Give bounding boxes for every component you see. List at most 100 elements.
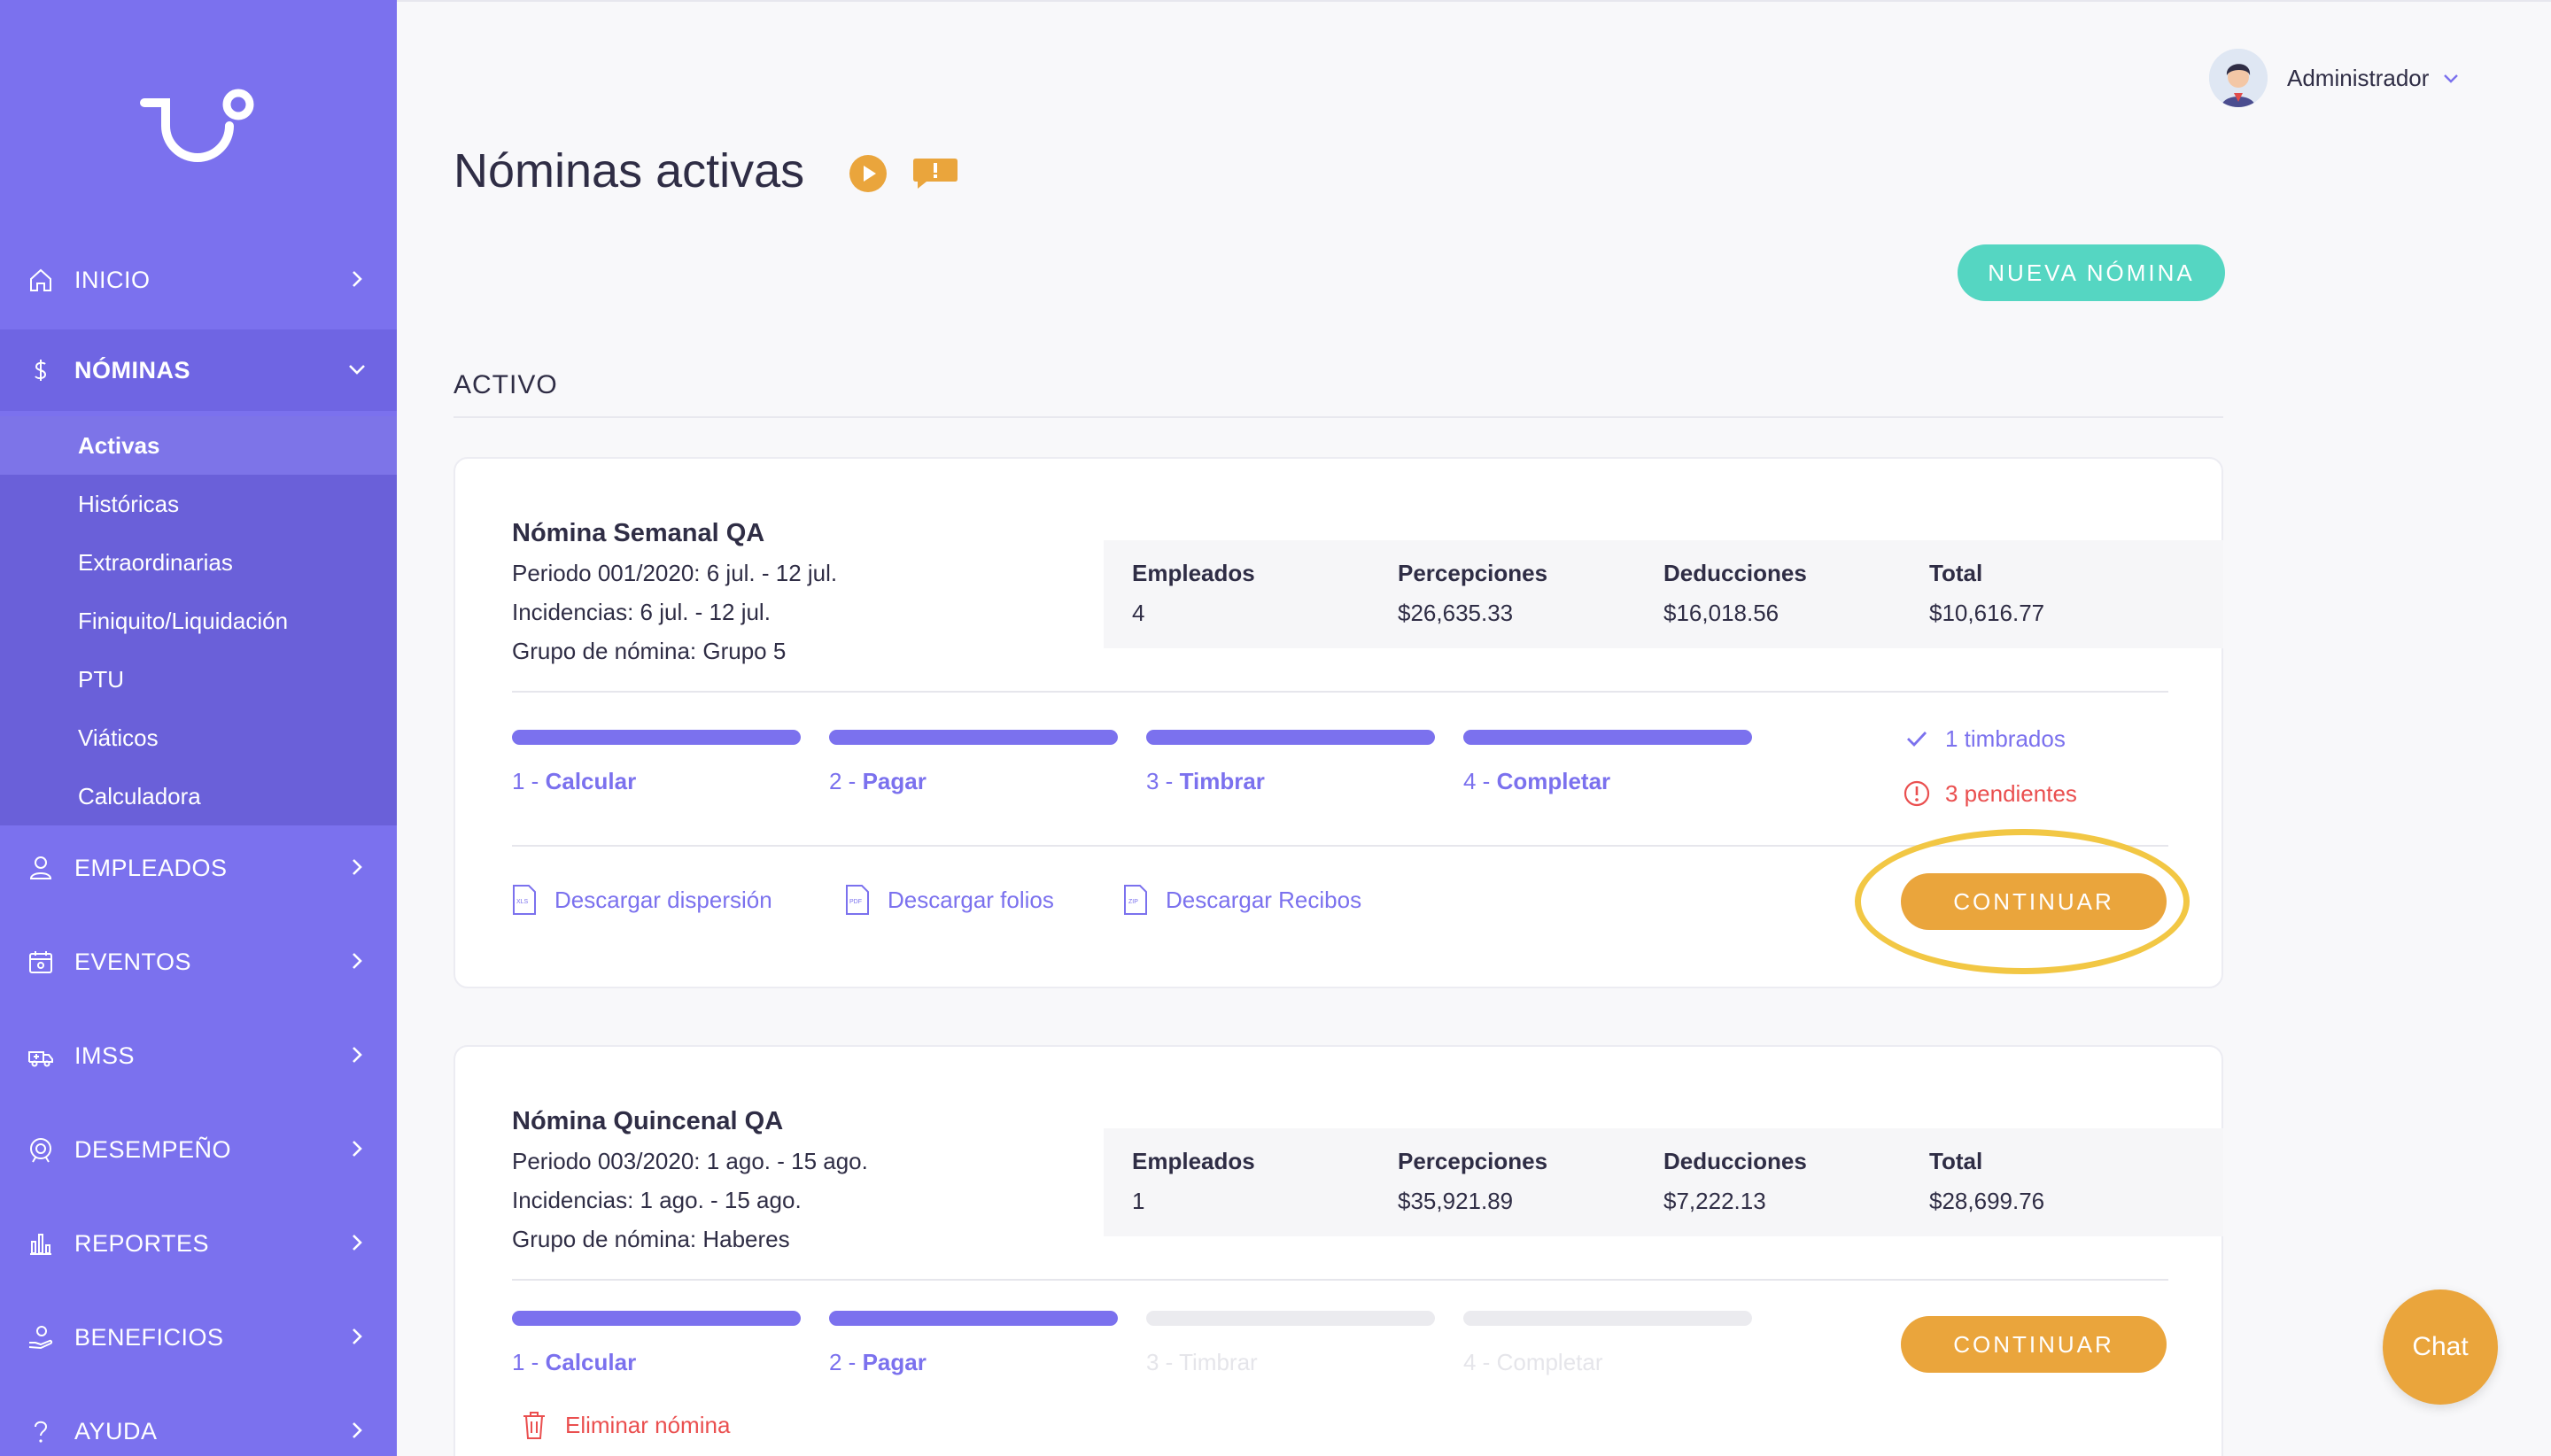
- step-link: 3 - Timbrar: [1146, 1349, 1258, 1375]
- step-calcular: 1 - Calcular: [512, 730, 801, 795]
- dollar-icon: [35, 360, 47, 381]
- feedback-alert-icon[interactable]: [912, 156, 958, 191]
- step-progress-bar: [512, 1311, 801, 1326]
- sidebar-item-label: REPORTES: [74, 1229, 210, 1257]
- payroll-stats: Empleados 4 Percepciones $26,635.33 Dedu…: [1104, 540, 2223, 648]
- submenu-item-activas[interactable]: Activas: [0, 416, 397, 475]
- sidebar-item-label: EMPLEADOS: [74, 854, 228, 881]
- step-progress-bar: [829, 730, 1118, 745]
- payroll-title: Nómina Semanal QA: [512, 519, 765, 547]
- question-icon: [35, 1421, 48, 1443]
- svg-text:PDF: PDF: [849, 899, 862, 905]
- sidebar-item-label: EVENTOS: [74, 948, 192, 975]
- step-link[interactable]: 4 - Completar: [1463, 768, 1752, 795]
- download-folios-link[interactable]: PDF Descargar folios: [845, 884, 1054, 916]
- sidebar-item-ayuda[interactable]: AYUDA: [0, 1390, 397, 1456]
- step-progress-bar: [1463, 730, 1752, 745]
- sidebar-item-beneficios[interactable]: BENEFICIOS: [0, 1297, 397, 1378]
- alert-circle-icon: [1904, 780, 1930, 807]
- submenu-item-extraordinarias[interactable]: Extraordinarias: [0, 533, 397, 592]
- sidebar-item-reportes[interactable]: REPORTES: [0, 1203, 397, 1284]
- step-progress-bar: [512, 730, 801, 745]
- top-border: [397, 0, 2551, 2]
- submenu-item-viaticos[interactable]: Viáticos: [0, 709, 397, 767]
- chevron-down-icon: [349, 365, 365, 375]
- sidebar-item-desempeno[interactable]: DESEMPEÑO: [0, 1109, 397, 1190]
- svg-text:XLS: XLS: [516, 899, 529, 905]
- continue-button[interactable]: CONTINUAR: [1901, 1316, 2167, 1373]
- chevron-right-icon: [353, 1047, 362, 1063]
- chevron-right-icon: [353, 1235, 362, 1251]
- payroll-period: Periodo 001/2020: 6 jul. - 12 jul.: [512, 560, 838, 586]
- stat-total: Total $28,699.76: [1929, 1148, 2045, 1214]
- card-divider: [512, 1279, 2168, 1281]
- step-progress-bar: [1146, 730, 1435, 745]
- nominas-submenu: Activas Históricas Extraordinarias Finiq…: [0, 416, 397, 825]
- svg-text:ZIP: ZIP: [1128, 899, 1138, 905]
- target-icon: [30, 1138, 51, 1163]
- step-timbrar: 3 - Timbrar: [1146, 730, 1435, 795]
- step-completar: 4 - Completar: [1463, 730, 1752, 795]
- play-video-icon[interactable]: [849, 154, 888, 193]
- step-link[interactable]: 3 - Timbrar: [1146, 768, 1435, 795]
- sidebar-item-empleados[interactable]: EMPLEADOS: [0, 827, 397, 909]
- sidebar-item-eventos[interactable]: EVENTOS: [0, 921, 397, 1003]
- status-pendientes[interactable]: 3 pendientes: [1903, 779, 2077, 808]
- sidebar-item-label: INICIO: [74, 266, 151, 293]
- bar-chart-icon: [30, 1234, 51, 1255]
- submenu-item-calculadora[interactable]: Calculadora: [0, 767, 397, 825]
- chevron-right-icon: [353, 859, 362, 875]
- stat-percepciones: Percepciones $26,635.33: [1398, 560, 1548, 626]
- payroll-group: Grupo de nómina: Grupo 5: [512, 638, 787, 664]
- home-icon: [30, 268, 51, 291]
- card-divider: [512, 691, 2168, 693]
- download-dispersion-link[interactable]: XLS Descargar dispersión: [512, 884, 772, 916]
- chat-button[interactable]: Chat: [2383, 1289, 2498, 1405]
- avatar-person-icon: [2209, 49, 2268, 107]
- step-calcular: 1 - Calcular: [512, 1311, 801, 1376]
- sidebar-item-inicio[interactable]: INICIO: [0, 239, 397, 321]
- section-divider: [454, 416, 2223, 418]
- brand-logo-icon[interactable]: [137, 81, 258, 170]
- submenu-item-historicas[interactable]: Históricas: [0, 475, 397, 533]
- status-timbrados[interactable]: 1 timbrados: [1903, 724, 2066, 753]
- xls-file-icon: XLS: [513, 885, 536, 915]
- sidebar-item-imss[interactable]: IMSS: [0, 1015, 397, 1096]
- payroll-period: Periodo 003/2020: 1 ago. - 15 ago.: [512, 1148, 868, 1174]
- zip-file-icon: ZIP: [1124, 885, 1147, 915]
- sidebar-item-label: IMSS: [74, 1042, 136, 1069]
- submenu-item-finiquito[interactable]: Finiquito/Liquidación: [0, 592, 397, 650]
- hand-coin-icon: [28, 1326, 53, 1350]
- step-pagar: 2 - Pagar: [829, 730, 1118, 795]
- stat-empleados: Empleados 4: [1132, 560, 1255, 626]
- trash-icon: [523, 1412, 545, 1439]
- chevron-right-icon: [353, 271, 362, 287]
- page-title: Nóminas activas: [454, 144, 805, 197]
- submenu-item-ptu[interactable]: PTU: [0, 650, 397, 709]
- payroll-stats: Empleados 1 Percepciones $35,921.89 Dedu…: [1104, 1128, 2223, 1236]
- step-pagar: 2 - Pagar: [829, 1311, 1118, 1376]
- sidebar-item-label: AYUDA: [74, 1417, 158, 1444]
- step-link[interactable]: 1 - Calcular: [512, 1349, 801, 1376]
- delete-payroll-link[interactable]: Eliminar nómina: [521, 1410, 730, 1440]
- user-menu[interactable]: Administrador: [2209, 46, 2461, 110]
- chevron-right-icon: [353, 1141, 362, 1157]
- sidebar-item-label: NÓMINAS: [74, 356, 190, 383]
- user-icon: [29, 856, 52, 879]
- stat-deducciones: Deducciones $7,222.13: [1663, 1148, 1807, 1214]
- chevron-right-icon: [353, 1422, 362, 1438]
- step-link[interactable]: 2 - Pagar: [829, 1349, 1118, 1376]
- step-progress-bar: [1463, 1311, 1752, 1326]
- step-progress-bar: [1146, 1311, 1435, 1326]
- stat-percepciones: Percepciones $35,921.89: [1398, 1148, 1548, 1214]
- step-completar: 4 - Completar: [1463, 1311, 1752, 1376]
- new-payroll-button[interactable]: NUEVA NÓMINA: [1958, 244, 2225, 301]
- sidebar-item-nominas[interactable]: NÓMINAS: [0, 329, 397, 411]
- step-link: 4 - Completar: [1463, 1349, 1603, 1375]
- chevron-right-icon: [353, 953, 362, 969]
- step-link[interactable]: 1 - Calcular: [512, 768, 801, 795]
- step-link[interactable]: 2 - Pagar: [829, 768, 1118, 795]
- chevron-down-icon: [2444, 74, 2459, 83]
- download-recibos-link[interactable]: ZIP Descargar Recibos: [1123, 884, 1361, 916]
- stat-total: Total $10,616.77: [1929, 560, 2045, 626]
